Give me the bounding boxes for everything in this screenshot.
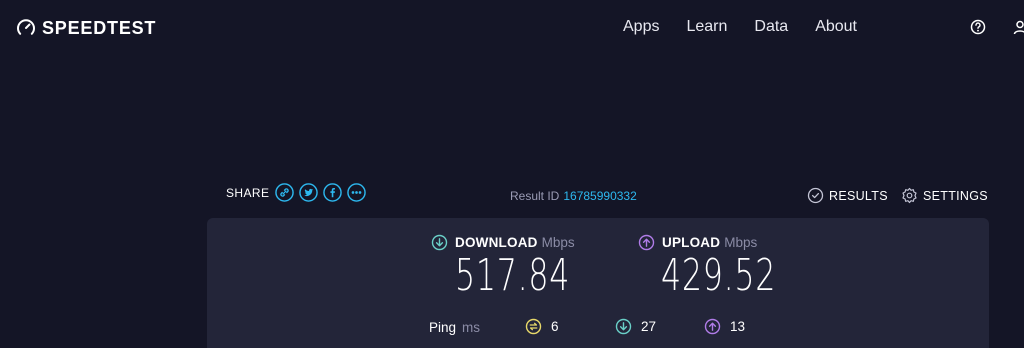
ping-label-group: Ping ms	[429, 320, 480, 335]
download-latency-icon	[615, 318, 632, 335]
upload-speed-value: 429.52	[661, 250, 777, 301]
nav-item-apps[interactable]: Apps	[623, 16, 659, 38]
more-options-icon[interactable]	[347, 183, 367, 202]
help-icon[interactable]	[970, 19, 986, 35]
ping-download-value: 27	[641, 319, 657, 334]
nav-item-learn[interactable]: Learn	[686, 16, 727, 38]
download-header: DOWNLOAD Mbps	[431, 234, 575, 251]
upload-unit: Mbps	[724, 235, 758, 250]
nav-item-data[interactable]: Data	[754, 16, 788, 38]
gear-icon	[902, 187, 917, 204]
ping-unit: ms	[462, 320, 481, 335]
result-id: Result ID 16785990332	[510, 189, 637, 203]
ping-label: Ping	[429, 320, 457, 335]
result-id-value[interactable]: 16785990332	[563, 189, 636, 203]
speedometer-icon	[17, 19, 35, 35]
upload-latency-icon	[704, 318, 721, 335]
nav-item-about[interactable]: About	[815, 16, 857, 38]
ping-upload-value: 13	[730, 319, 746, 334]
logo-text: SPEEDTEST	[42, 18, 157, 38]
facebook-icon[interactable]	[323, 183, 343, 202]
speedtest-logo[interactable]: SPEEDTEST	[16, 16, 156, 40]
ping-upload: 13	[704, 318, 745, 335]
copy-link-icon[interactable]	[275, 183, 295, 202]
top-header: SPEEDTEST Apps Learn Data About	[0, 0, 1024, 56]
download-label: DOWNLOAD	[455, 235, 538, 250]
results-label: RESULTS	[829, 188, 888, 203]
ping-download: 27	[615, 318, 656, 335]
settings-label: SETTINGS	[923, 188, 988, 203]
share-bar: SHARE	[226, 183, 371, 202]
idle-latency-icon	[525, 318, 542, 335]
result-id-label: Result ID	[510, 189, 560, 203]
settings-button[interactable]: SETTINGS	[901, 187, 988, 204]
user-icon[interactable]	[1012, 19, 1024, 35]
download-arrow-icon	[431, 234, 448, 251]
speedtest-page: SPEEDTEST Apps Learn Data About SHARE Re…	[0, 0, 1024, 348]
twitter-icon[interactable]	[299, 183, 319, 202]
results-button[interactable]: RESULTS	[807, 187, 888, 204]
main-nav: Apps Learn Data About	[623, 16, 884, 38]
upload-label: UPLOAD	[662, 235, 721, 250]
ping-idle-value: 6	[551, 319, 559, 334]
download-speed-value: 517.84	[455, 250, 571, 301]
check-circle-icon	[807, 187, 824, 204]
download-unit: Mbps	[541, 235, 575, 250]
upload-header: UPLOAD Mbps	[638, 234, 757, 251]
share-label: SHARE	[226, 185, 270, 200]
upload-arrow-icon	[638, 234, 655, 251]
result-panel: DOWNLOAD Mbps 517.84 UPLOAD Mbps 429.52 …	[207, 218, 989, 348]
ping-idle: 6	[525, 318, 559, 335]
